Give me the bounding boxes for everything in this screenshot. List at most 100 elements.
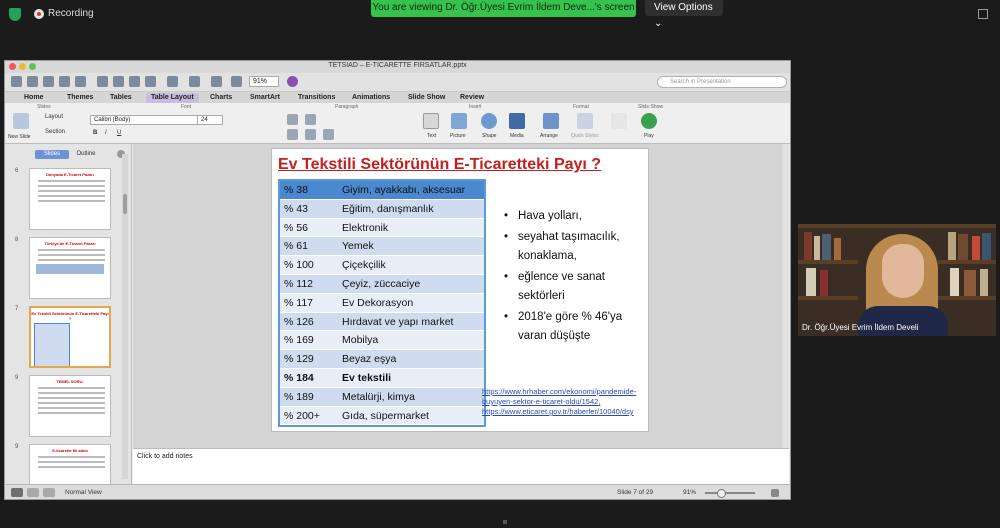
play-button[interactable]: Play xyxy=(644,133,654,139)
thumbnails-scrollbar[interactable] xyxy=(122,154,128,479)
table-row[interactable]: % 169 Mobilya xyxy=(280,331,484,351)
security-shield-icon[interactable] xyxy=(9,8,21,21)
table-row[interactable]: % 117 Ev Dekorasyon xyxy=(280,293,484,313)
media-browser-icon[interactable] xyxy=(231,76,242,87)
tab-charts[interactable]: Charts xyxy=(205,93,237,103)
table-row[interactable]: % 56 Elektronik xyxy=(280,218,484,238)
tab-review[interactable]: Review xyxy=(455,93,489,103)
source-links[interactable]: https://www.hrhaber.com/ekonomi/pandemid… xyxy=(482,387,648,417)
font-size-select[interactable]: 24 xyxy=(197,115,223,125)
shape-icon[interactable] xyxy=(481,113,497,129)
numbering-icon[interactable] xyxy=(305,114,316,125)
tab-slides[interactable]: Slides xyxy=(35,150,69,159)
view-name: Normal View xyxy=(65,489,102,496)
font-name-select[interactable]: Calibri (Body) xyxy=(90,115,198,125)
undo-icon[interactable] xyxy=(167,76,178,87)
table-row[interactable]: % 38 Giyim, ayakkabı, aksesuar xyxy=(280,181,484,200)
cut-icon[interactable] xyxy=(97,76,108,87)
print-icon[interactable] xyxy=(75,76,86,87)
quick-styles-button[interactable]: Quick Styles xyxy=(571,133,599,139)
text-box-icon[interactable] xyxy=(423,113,439,129)
format-painter-icon[interactable] xyxy=(145,76,156,87)
tab-animations[interactable]: Animations xyxy=(347,93,395,103)
table-row[interactable]: % 61 Yemek xyxy=(280,237,484,257)
media-button[interactable]: Media xyxy=(510,133,524,139)
tab-smartart[interactable]: SmartArt xyxy=(245,93,285,103)
slide-show-icon[interactable] xyxy=(43,488,55,497)
copy-icon[interactable] xyxy=(113,76,124,87)
slide-thumbnail[interactable]: Türkiye'de E-Ticaret Pazarı xyxy=(29,237,111,299)
open-icon[interactable] xyxy=(43,76,54,87)
tab-slide-show[interactable]: Slide Show xyxy=(403,93,450,103)
table-cell-sector: Mobilya xyxy=(342,334,379,347)
table-row[interactable]: % 189 Metalürji, kimya xyxy=(280,387,484,407)
templates-icon[interactable] xyxy=(27,76,38,87)
fit-window-icon[interactable] xyxy=(771,489,779,497)
redo-icon[interactable] xyxy=(189,76,200,87)
ribbon-tabs: Home Themes Tables Table Layout Charts S… xyxy=(5,92,790,103)
tab-outline[interactable]: Outline xyxy=(69,150,103,159)
table-row[interactable]: % 184 Ev tekstili xyxy=(280,368,484,388)
new-slide-icon[interactable] xyxy=(13,113,29,129)
table-row[interactable]: % 129 Beyaz eşya xyxy=(280,350,484,369)
bullets-icon[interactable] xyxy=(287,114,298,125)
align-left-icon[interactable] xyxy=(287,129,298,140)
save-icon[interactable] xyxy=(59,76,70,87)
participant-video[interactable]: Dr. Öğr.Üyesi Evrim İldem Develi xyxy=(798,224,996,336)
zoom-select[interactable]: 91% xyxy=(249,76,279,87)
new-slide-button[interactable]: New Slide xyxy=(8,134,31,140)
picture-icon[interactable] xyxy=(451,113,467,129)
table-icon[interactable] xyxy=(211,76,222,87)
person-face xyxy=(882,244,924,298)
tab-themes[interactable]: Themes xyxy=(62,93,98,103)
fullscreen-icon[interactable] xyxy=(978,9,988,19)
tab-tables[interactable]: Tables xyxy=(105,93,137,103)
layout-button[interactable]: Layout xyxy=(45,114,63,120)
table-row[interactable]: % 112 Çeyiz, züccaciye xyxy=(280,274,484,294)
current-slide[interactable]: Ev Tekstili Sektörünün E-Ticaretteki Pay… xyxy=(271,148,649,432)
text-button[interactable]: Text xyxy=(427,133,436,139)
slide-thumbnail[interactable]: Dünyada E-Ticaret Pazarı xyxy=(29,168,111,230)
quick-styles-icon[interactable] xyxy=(577,113,593,129)
media-icon[interactable] xyxy=(509,113,525,129)
slide-scrollbar[interactable] xyxy=(782,144,789,448)
slide-sorter-icon[interactable] xyxy=(27,488,39,497)
source-link[interactable]: https://www.hrhaber.com/ekonomi/pandemid… xyxy=(482,387,648,407)
bullet-list[interactable]: Hava yolları, seyahat taşımacılık, konak… xyxy=(504,207,644,348)
slide-title[interactable]: Ev Tekstili Sektörünün E-Ticaretteki Pay… xyxy=(278,156,648,174)
align-right-icon[interactable] xyxy=(323,129,334,140)
slide-thumbnail[interactable]: TEMEL SORU: xyxy=(29,375,111,437)
table-row[interactable]: % 43 Eğitim, danışmanlık xyxy=(280,199,484,219)
source-link[interactable]: https://www.eticaret.gov.tr/haberler/100… xyxy=(482,407,648,417)
sector-table[interactable]: % 38 Giyim, ayakkabı, aksesuar % 43 Eğitim,… xyxy=(278,179,486,428)
tab-home[interactable]: Home xyxy=(19,93,48,103)
arrange-icon[interactable] xyxy=(543,113,559,129)
arrange-button[interactable]: Arrange xyxy=(540,133,558,139)
paste-icon[interactable] xyxy=(129,76,140,87)
group-format-label: Format xyxy=(573,104,589,110)
view-options-button[interactable]: View Options ⌄ xyxy=(645,0,723,29)
slide-editor: Ev Tekstili Sektörünün E-Ticaretteki Pay… xyxy=(133,144,789,448)
bold-button[interactable]: B xyxy=(93,130,97,136)
shape-fill-icon[interactable] xyxy=(611,113,627,129)
tab-table-layout[interactable]: Table Layout xyxy=(146,93,199,103)
normal-view-icon[interactable] xyxy=(11,488,23,497)
table-row[interactable]: % 100 Çiçekçilik xyxy=(280,256,484,275)
play-icon[interactable] xyxy=(641,113,657,129)
zoom-slider[interactable] xyxy=(705,489,755,498)
search-input[interactable]: Search in Presentation xyxy=(657,76,787,88)
notes-pane[interactable]: Click to add notes xyxy=(133,448,789,484)
table-cell-percent: % 126 xyxy=(284,315,314,328)
picture-button[interactable]: Picture xyxy=(450,133,466,139)
table-row[interactable]: % 126 Hırdavat ve yapı market xyxy=(280,312,484,332)
tab-transitions[interactable]: Transitions xyxy=(293,93,340,103)
shape-button[interactable]: Shape xyxy=(482,133,496,139)
table-row[interactable]: % 200+ Gıda, süpermarket xyxy=(280,406,484,426)
underline-button[interactable]: U xyxy=(117,130,121,136)
help-icon[interactable] xyxy=(287,76,298,87)
italic-button[interactable]: I xyxy=(105,130,107,136)
section-button[interactable]: Section xyxy=(45,129,65,135)
align-center-icon[interactable] xyxy=(305,129,316,140)
slide-thumbnail-selected[interactable]: Ev Tekstili Sektörünün E-Ticaretteki Pay… xyxy=(29,306,111,368)
new-file-icon[interactable] xyxy=(11,76,22,87)
